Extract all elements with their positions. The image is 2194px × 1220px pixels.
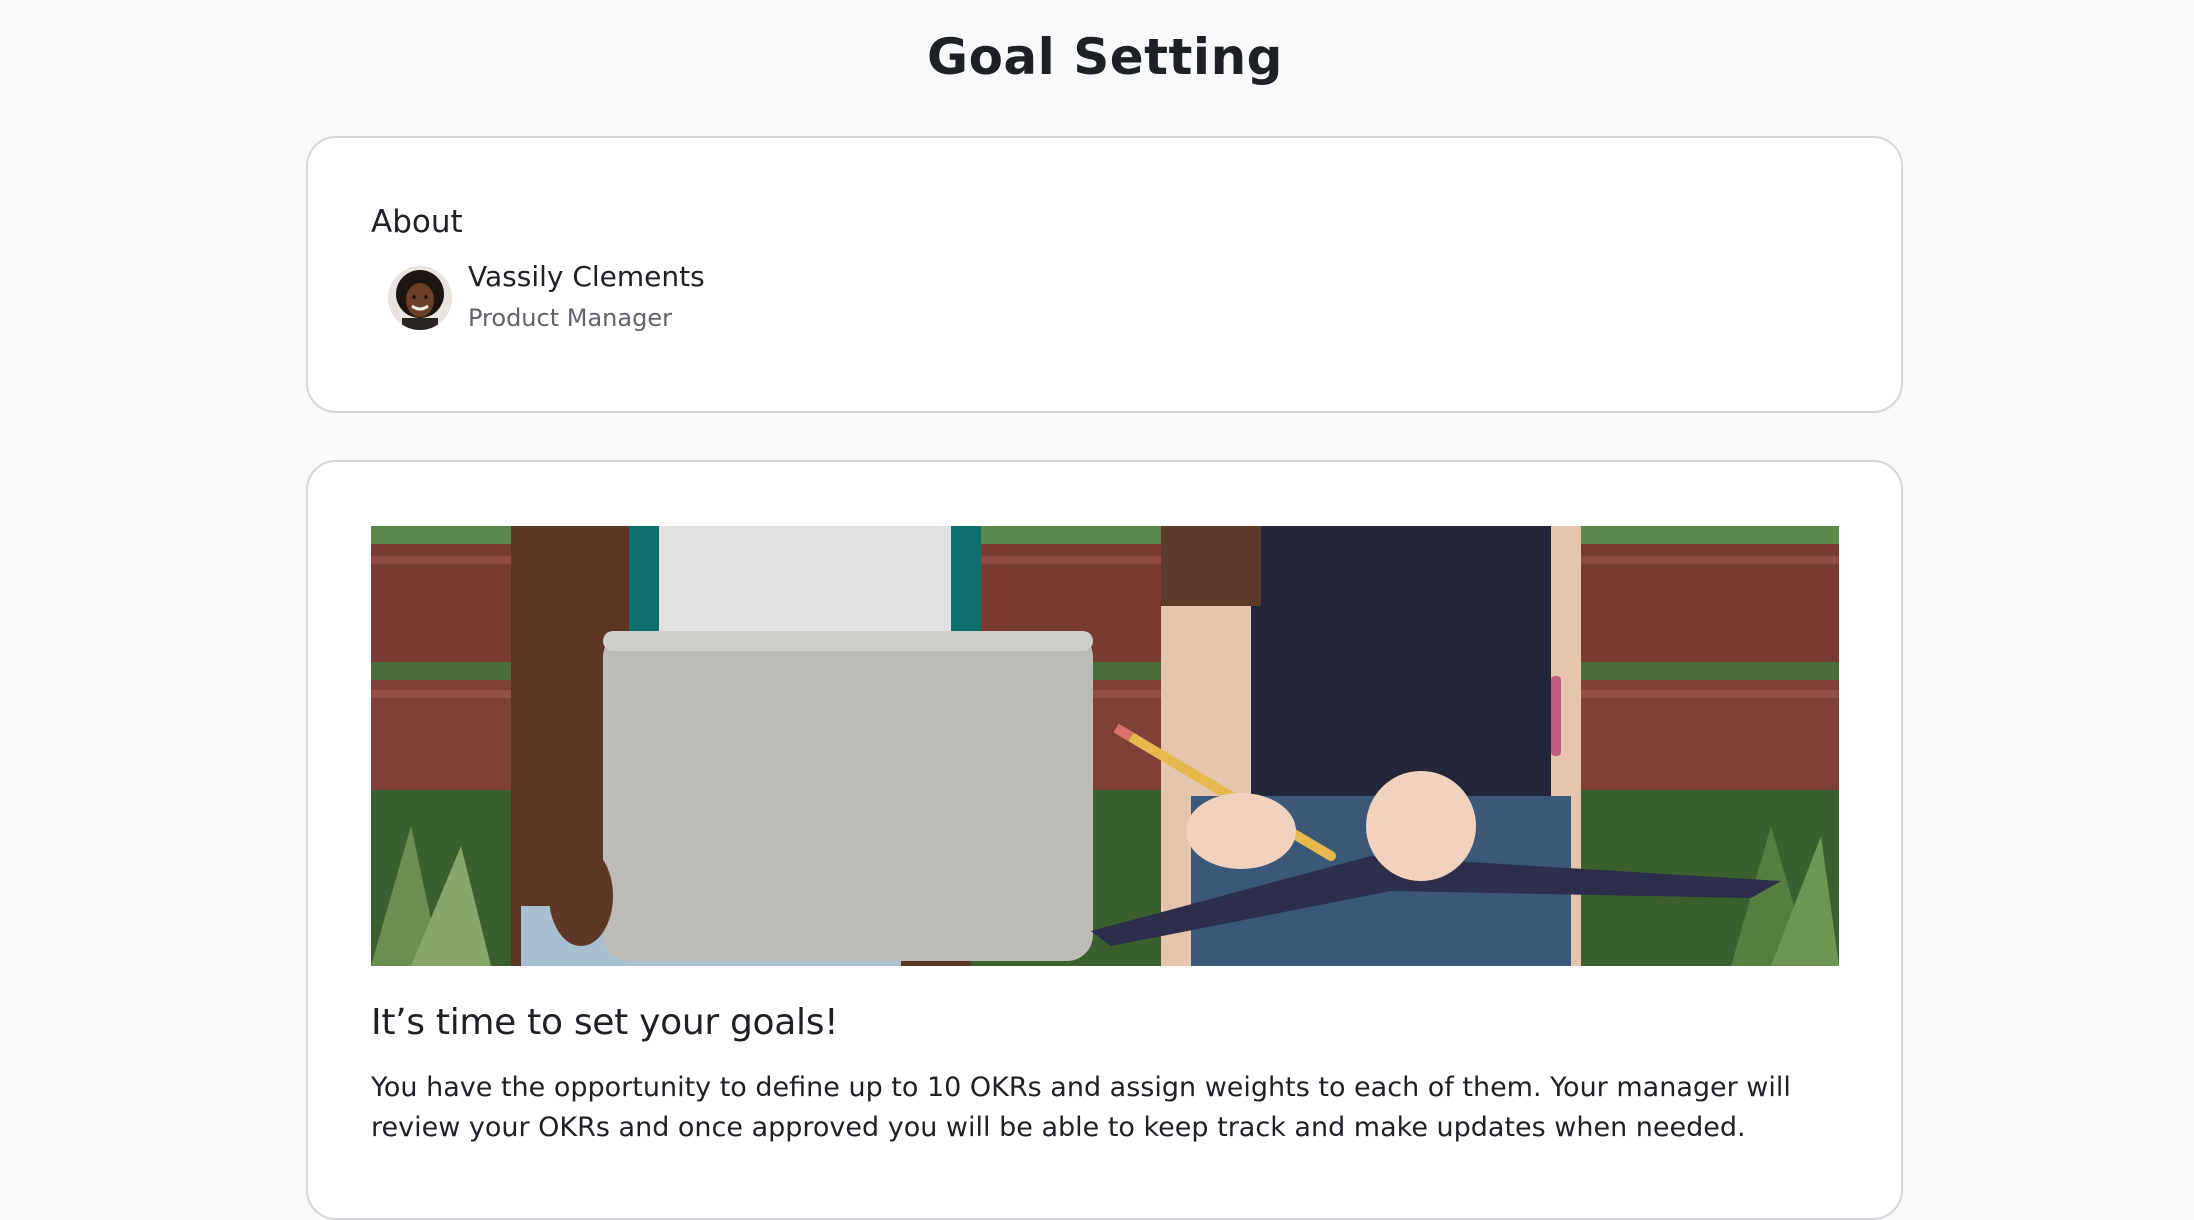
intro-heading: It’s time to set your goals! — [371, 1002, 839, 1043]
intro-card: It’s time to set your goals! You have th… — [306, 460, 1903, 1220]
user-name: Vassily Clements — [468, 260, 705, 293]
page-title: Goal Setting — [927, 28, 1283, 86]
about-heading: About — [371, 204, 463, 240]
user-role: Product Manager — [468, 304, 672, 332]
hero-image — [371, 526, 1839, 966]
about-card: About Vassily Clements Product Manager — [306, 136, 1903, 413]
intro-text: You have the opportunity to define up to… — [371, 1072, 1791, 1143]
avatar — [388, 266, 452, 330]
